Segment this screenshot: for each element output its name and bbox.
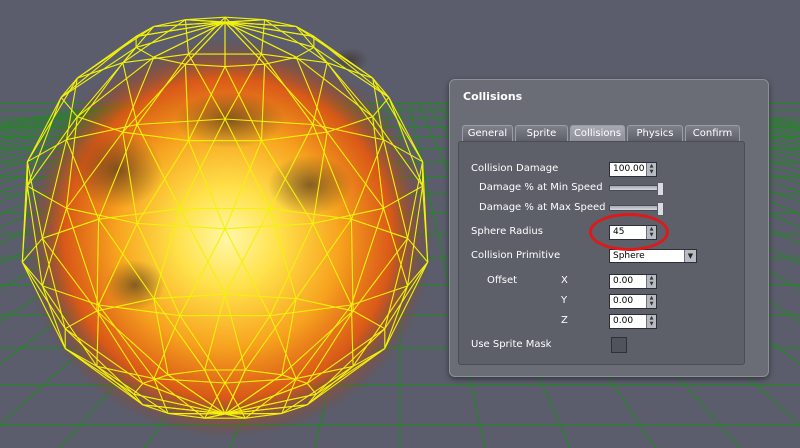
spinner-arrows[interactable]: ▲ ▼ <box>646 275 656 288</box>
offset-label: Offset <box>487 275 518 286</box>
collision-primitive-value: Sphere <box>613 251 645 261</box>
damage-min-speed-slider[interactable] <box>609 182 664 196</box>
tab-confirm[interactable]: Confirm <box>685 125 740 141</box>
chevron-down-icon[interactable]: ▼ <box>684 250 696 262</box>
offset-y-value: 0.00 <box>613 296 634 306</box>
damage-max-speed-label: Damage % at Max Speed <box>479 202 606 213</box>
damage-max-speed-slider[interactable] <box>609 202 664 216</box>
offset-z-label: Z <box>561 315 568 326</box>
wireframe-edge <box>185 19 226 23</box>
collision-damage-spinner[interactable]: 100.00 ▲ ▼ <box>609 162 657 177</box>
slider-handle[interactable] <box>657 202 664 216</box>
wireframe-edge <box>224 16 265 21</box>
collision-primitive-select[interactable]: Sphere ▼ <box>609 249 697 263</box>
offset-x-value: 0.00 <box>613 276 634 286</box>
wireframe-edge <box>224 19 265 23</box>
arrow-down-icon[interactable]: ▼ <box>647 321 656 327</box>
arrow-down-icon[interactable]: ▼ <box>647 281 656 287</box>
arrow-down-icon[interactable]: ▼ <box>647 301 656 307</box>
use-sprite-mask-checkbox[interactable] <box>611 337 627 353</box>
tab-general[interactable]: General <box>462 125 513 141</box>
offset-x-label: X <box>561 275 568 286</box>
sphere-radius-label: Sphere Radius <box>471 226 543 237</box>
use-sprite-mask-label: Use Sprite Mask <box>471 339 552 350</box>
spinner-arrows[interactable]: ▲ ▼ <box>646 163 656 176</box>
highlight-annotation <box>589 213 669 251</box>
collision-primitive-label: Collision Primitive <box>471 250 561 261</box>
tab-bar: General Sprite Collisions Physics Confir… <box>462 125 740 141</box>
offset-z-value: 0.00 <box>613 316 634 326</box>
arrow-down-icon[interactable]: ▼ <box>647 169 656 175</box>
offset-z-spinner[interactable]: 0.00 ▲ ▼ <box>609 314 657 329</box>
spinner-arrows[interactable]: ▲ ▼ <box>646 315 656 328</box>
spinner-arrows[interactable]: ▲ ▼ <box>646 295 656 308</box>
wireframe-edge <box>185 16 226 21</box>
collision-damage-label: Collision Damage <box>471 163 559 174</box>
panel-title: Collisions <box>463 90 523 103</box>
collision-damage-value: 100.00 <box>613 164 645 174</box>
slider-handle[interactable] <box>657 182 664 196</box>
damage-min-speed-label: Damage % at Min Speed <box>479 182 603 193</box>
tab-physics[interactable]: Physics <box>627 125 683 141</box>
wireframe-edge <box>168 412 226 415</box>
tab-collisions[interactable]: Collisions <box>570 125 625 141</box>
collisions-tab-content: Collision Damage 100.00 ▲ ▼ Damage % at M… <box>458 141 745 365</box>
offset-y-label: Y <box>561 295 568 306</box>
offset-y-spinner[interactable]: 0.00 ▲ ▼ <box>609 294 657 309</box>
tab-sprite[interactable]: Sprite <box>515 125 568 141</box>
offset-x-spinner[interactable]: 0.00 ▲ ▼ <box>609 274 657 289</box>
